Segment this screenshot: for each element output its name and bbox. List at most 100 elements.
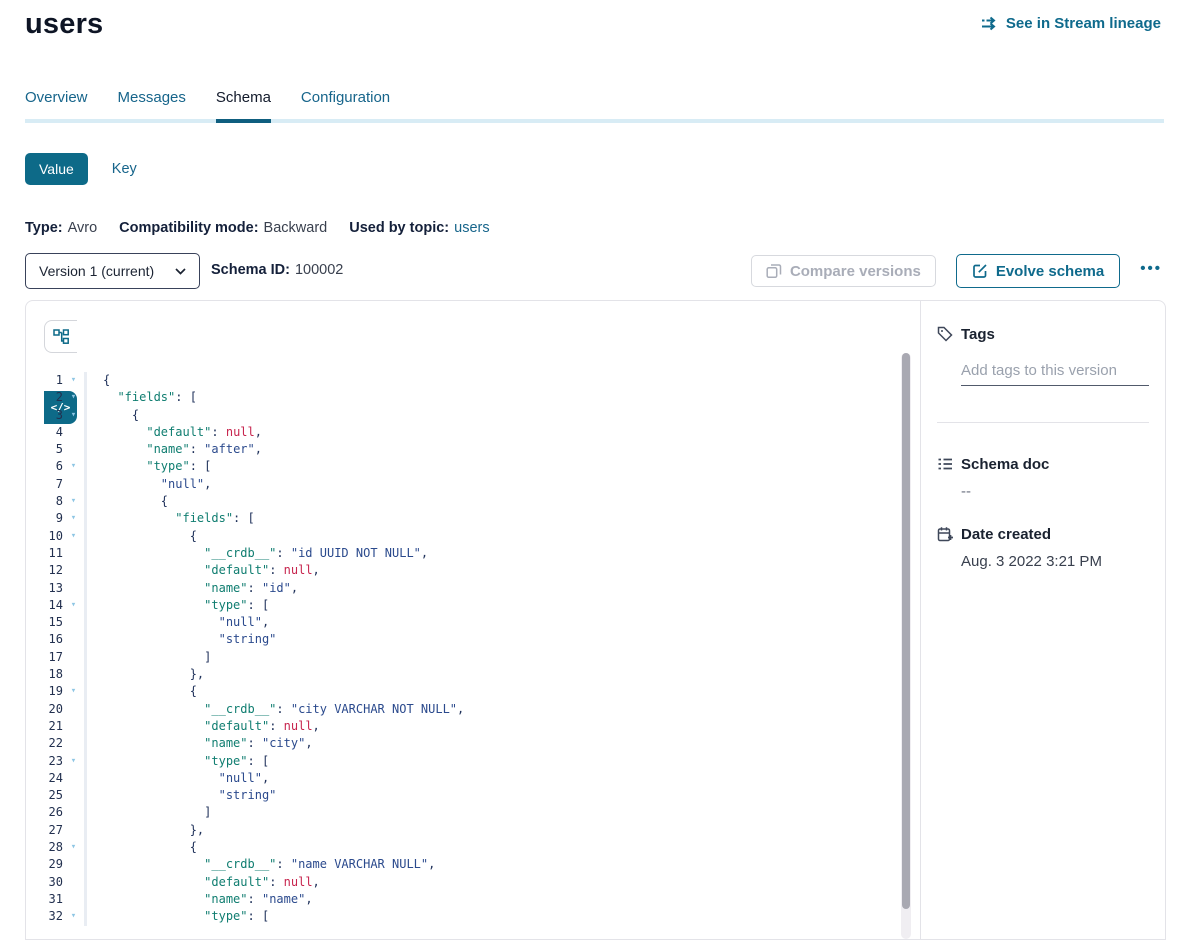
line-number: 29 [26, 856, 63, 873]
line-number: 22 [26, 735, 63, 752]
fold-toggle-icon[interactable]: ▾ [63, 753, 84, 770]
code-line-text: { [87, 493, 168, 510]
code-line-text: }, [87, 822, 204, 839]
fold-toggle-icon[interactable]: ▾ [63, 683, 84, 700]
line-number: 27 [26, 822, 63, 839]
line-number: 24 [26, 770, 63, 787]
schema-id-field: Schema ID:100002 [211, 262, 343, 278]
fold-toggle-icon[interactable]: ▾ [63, 597, 84, 614]
code-line-text: { [87, 839, 197, 856]
line-gutter: 32▾ [26, 908, 87, 925]
fold-toggle-icon[interactable]: ▾ [63, 458, 84, 475]
date-created-value: Aug. 3 2022 3:21 PM [961, 553, 1149, 570]
fold-spacer [63, 770, 84, 787]
date-created-section: Date created Aug. 3 2022 3:21 PM [937, 526, 1149, 570]
code-line: 20 "__crdb__": "city VARCHAR NOT NULL", [26, 701, 920, 718]
tab-schema[interactable]: Schema [216, 89, 271, 119]
code-line-text: "name": "id", [87, 580, 298, 597]
code-line: 27 }, [26, 822, 920, 839]
value-key-toggle: Value Key [25, 153, 137, 185]
fold-spacer [63, 476, 84, 493]
fold-toggle-icon[interactable]: ▾ [63, 510, 84, 527]
editor-scrollbar[interactable] [901, 353, 911, 939]
version-select[interactable]: Version 1 (current) [25, 253, 200, 289]
tab-configuration[interactable]: Configuration [301, 89, 390, 119]
fold-toggle-icon[interactable]: ▾ [63, 389, 84, 406]
fold-spacer [63, 787, 84, 804]
code-line: 14▾ "type": [ [26, 597, 920, 614]
line-number: 9 [26, 510, 63, 527]
fold-toggle-icon[interactable]: ▾ [63, 407, 84, 424]
line-number: 23 [26, 753, 63, 770]
tags-input[interactable] [961, 362, 1149, 386]
fold-spacer [63, 666, 84, 683]
fold-toggle-icon[interactable]: ▾ [63, 372, 84, 389]
line-gutter: 30 [26, 874, 87, 891]
code-line-text: { [87, 683, 197, 700]
fold-spacer [63, 891, 84, 908]
code-line: 31 "name": "name", [26, 891, 920, 908]
code-line-text: ] [87, 649, 211, 666]
line-gutter: 20 [26, 701, 87, 718]
line-gutter: 17 [26, 649, 87, 666]
line-number: 13 [26, 580, 63, 597]
line-number: 1 [26, 372, 63, 389]
code-line: 13 "name": "id", [26, 580, 920, 597]
code-line: 8▾ { [26, 493, 920, 510]
tab-overview[interactable]: Overview [25, 89, 88, 119]
line-gutter: 21 [26, 718, 87, 735]
stream-lineage-link[interactable]: See in Stream lineage [981, 15, 1161, 32]
code-line-text: "fields": [ [87, 389, 197, 406]
value-tab-button[interactable]: Value [25, 153, 88, 185]
line-number: 28 [26, 839, 63, 856]
topic-link[interactable]: users [454, 220, 489, 236]
code-line-text: "string" [87, 631, 276, 648]
key-tab-button[interactable]: Key [112, 161, 137, 177]
schema-meta-row: Type:Avro Compatibility mode:Backward Us… [25, 220, 490, 236]
fold-spacer [63, 614, 84, 631]
line-gutter: 5 [26, 441, 87, 458]
line-number: 17 [26, 649, 63, 666]
line-gutter: 28▾ [26, 839, 87, 856]
code-line: 19▾ { [26, 683, 920, 700]
fold-spacer [63, 545, 84, 562]
schema-details-sidebar: Tags Schema doc -- [920, 301, 1165, 939]
code-line: 5 "name": "after", [26, 441, 920, 458]
line-number: 14 [26, 597, 63, 614]
stream-lineage-icon [981, 16, 999, 31]
code-line: 1▾{ [26, 372, 920, 389]
code-line: 32▾ "type": [ [26, 908, 920, 925]
line-number: 16 [26, 631, 63, 648]
more-options-button[interactable]: ••• [1140, 260, 1164, 283]
calendar-plus-icon [937, 526, 953, 542]
scrollbar-thumb[interactable] [902, 353, 910, 909]
code-line: 12 "default": null, [26, 562, 920, 579]
code-line: 15 "null", [26, 614, 920, 631]
fold-spacer [63, 649, 84, 666]
fold-toggle-icon[interactable]: ▾ [63, 528, 84, 545]
code-line-text: "fields": [ [87, 510, 255, 527]
line-number: 31 [26, 891, 63, 908]
line-number: 7 [26, 476, 63, 493]
schema-doc-title: Schema doc [961, 456, 1149, 473]
fold-spacer [63, 424, 84, 441]
code-line-text: "type": [ [87, 458, 211, 475]
code-line-text: "default": null, [87, 874, 320, 891]
fold-spacer [63, 822, 84, 839]
tree-view-button[interactable] [44, 320, 77, 353]
code-line: 24 "null", [26, 770, 920, 787]
schema-code-editor: </> 1▾{2▾ "fields": [3▾ {4 "default": nu… [26, 301, 920, 939]
fold-toggle-icon[interactable]: ▾ [63, 493, 84, 510]
code-content: 1▾{2▾ "fields": [3▾ {4 "default": null,5… [26, 372, 920, 926]
fold-toggle-icon[interactable]: ▾ [63, 908, 84, 925]
line-gutter: 8▾ [26, 493, 87, 510]
fold-toggle-icon[interactable]: ▾ [63, 839, 84, 856]
line-gutter: 18 [26, 666, 87, 683]
line-number: 11 [26, 545, 63, 562]
tab-messages[interactable]: Messages [118, 89, 186, 119]
evolve-schema-button[interactable]: Evolve schema [956, 254, 1120, 288]
code-line-text: "default": null, [87, 562, 320, 579]
line-number: 19 [26, 683, 63, 700]
line-gutter: 22 [26, 735, 87, 752]
compare-versions-button[interactable]: Compare versions [751, 255, 936, 287]
